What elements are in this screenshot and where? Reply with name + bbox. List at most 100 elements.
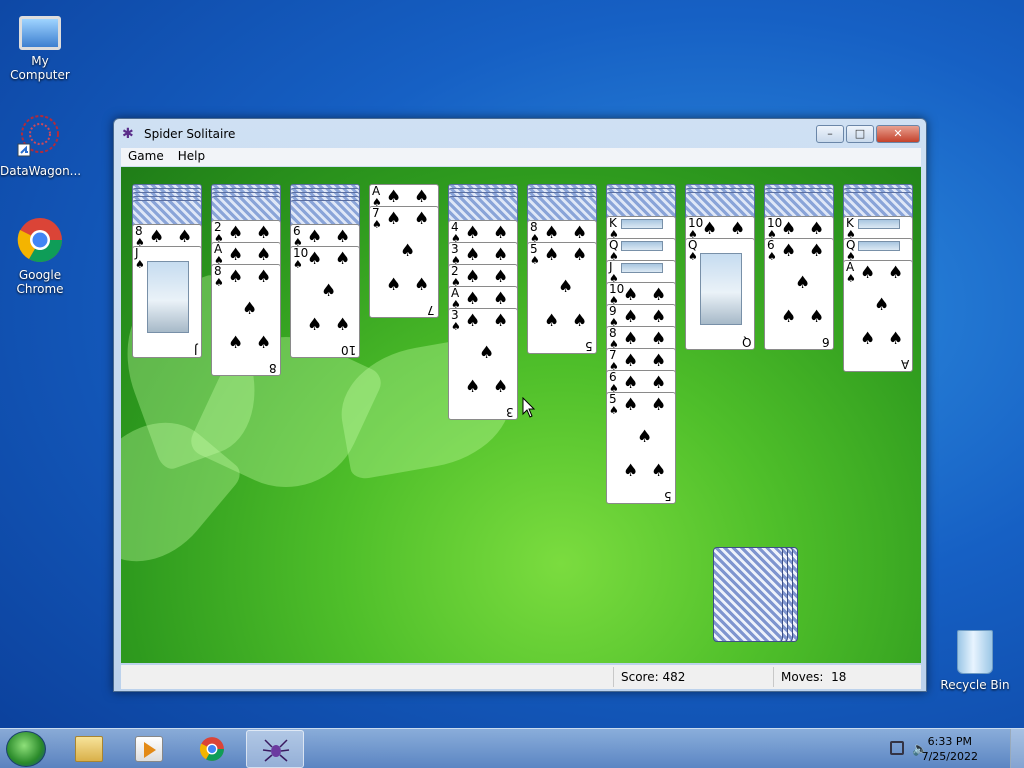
spade-icon: ♠: [651, 373, 667, 393]
spade-icon: ♠: [544, 223, 560, 243]
card-rank-bottom: A: [900, 357, 909, 371]
taskbar-media-player[interactable]: [120, 730, 178, 768]
start-button[interactable]: [6, 731, 46, 767]
desktop-icon-recycle-bin[interactable]: Recycle Bin: [935, 630, 1015, 692]
playing-card[interactable]: 5 ♠ ♠ ♠ ♠ ♠ ♠ 5: [606, 392, 676, 504]
menu-game[interactable]: Game: [121, 148, 171, 166]
maximize-button[interactable]: □: [846, 125, 874, 143]
datawagon-icon: [16, 112, 64, 160]
desktop-icon-my-computer[interactable]: My Computer: [0, 10, 80, 82]
spade-icon: ♠: [307, 227, 323, 247]
spade-icon: ♠: [372, 218, 382, 231]
spade-icon: ♠: [544, 311, 560, 331]
spade-icon: ♠: [781, 241, 797, 261]
playing-card[interactable]: Q ♠ Q: [685, 238, 755, 350]
spade-icon: ♠: [688, 250, 698, 263]
spade-icon: ♠: [228, 223, 244, 243]
spade-icon: ♠: [149, 227, 165, 247]
clock-date: 7/25/2022: [921, 750, 978, 763]
spade-icon: ♠: [228, 245, 244, 265]
spade-icon: ♠: [809, 307, 825, 327]
spade-icon: ♠: [256, 245, 272, 265]
taskbar-spider-solitaire[interactable]: [246, 730, 304, 768]
playing-card[interactable]: 3 ♠ ♠ ♠ ♠ ♠ ♠ 3: [448, 308, 518, 420]
spade-icon: ♠: [386, 187, 402, 207]
spade-icon: ♠: [465, 245, 481, 265]
spade-icon: ♠: [493, 289, 509, 309]
close-button[interactable]: ✕: [876, 125, 920, 143]
spade-icon: ♠: [623, 461, 639, 481]
spade-icon: ♠: [214, 276, 224, 289]
spade-icon: ♠: [465, 377, 481, 397]
spade-icon: ♠: [860, 263, 876, 283]
moves-label: Moves:: [781, 670, 824, 684]
show-desktop-button[interactable]: [1010, 729, 1024, 768]
playing-card[interactable]: A ♠ ♠ ♠ ♠ ♠ ♠ A: [843, 260, 913, 372]
spade-icon: ♠: [414, 187, 430, 207]
spade-icon: ♠: [651, 351, 667, 371]
title-bar[interactable]: ✱ Spider Solitaire: [114, 119, 926, 149]
face-card-art: [621, 241, 663, 251]
folder-icon: [75, 736, 103, 762]
spade-icon: ♠: [609, 404, 619, 417]
chrome-icon: [16, 216, 64, 264]
network-icon[interactable]: [890, 741, 904, 755]
stock-card-back[interactable]: [713, 547, 783, 642]
spade-icon: ♠: [809, 219, 825, 239]
status-separator: [773, 667, 774, 687]
spade-icon: ♠: [321, 281, 337, 301]
minimize-button[interactable]: –: [816, 125, 844, 143]
spade-icon: ♠: [572, 311, 588, 331]
spade-icon: ♠: [465, 223, 481, 243]
spade-icon: ♠: [386, 209, 402, 229]
playing-card[interactable]: 10 ♠ ♠ ♠ ♠ ♠ ♠ 10: [290, 246, 360, 358]
spade-icon: ♠: [400, 241, 416, 261]
playing-card[interactable]: 8 ♠ ♠ ♠ ♠ ♠ ♠ 8: [211, 264, 281, 376]
computer-icon: [19, 16, 61, 50]
spade-icon: ♠: [256, 223, 272, 243]
score-label: Score:: [621, 670, 659, 684]
spade-icon: ♠: [888, 263, 904, 283]
clock[interactable]: 6:33 PM 7/25/2022: [922, 734, 978, 764]
status-bar: Score: 482 Moves: 18: [121, 665, 921, 689]
desktop-icon-datawagon[interactable]: DataWagon...: [0, 112, 81, 178]
playing-card[interactable]: J ♠ J: [132, 246, 202, 358]
spade-icon: ♠: [307, 249, 323, 269]
spade-icon: ♠: [544, 245, 560, 265]
spade-icon: ♠: [307, 315, 323, 335]
spider-icon: [262, 739, 290, 762]
card-rank-bottom: 5: [664, 489, 672, 503]
menu-help[interactable]: Help: [171, 148, 212, 166]
system-tray: 🔈 6:33 PM 7/25/2022: [874, 729, 1024, 768]
spade-icon: ♠: [414, 275, 430, 295]
desktop-icon-google-chrome[interactable]: Google Chrome: [0, 216, 80, 296]
spade-icon: ♠: [386, 275, 402, 295]
spade-icon: ♠: [572, 245, 588, 265]
spade-icon: ♠: [242, 299, 258, 319]
spade-icon: ♠: [479, 343, 495, 363]
spade-icon: ♠: [623, 285, 639, 305]
spade-icon: ♠: [860, 329, 876, 349]
playing-card[interactable]: 7 ♠ ♠ ♠ ♠ ♠ ♠ 7: [369, 206, 439, 318]
playing-card[interactable]: 6 ♠ ♠ ♠ ♠ ♠ ♠ 6: [764, 238, 834, 350]
taskbar: 🔈 6:33 PM 7/25/2022: [0, 728, 1024, 768]
spade-icon: ♠: [572, 223, 588, 243]
card-rank-bottom: 5: [585, 339, 593, 353]
playing-card[interactable]: 5 ♠ ♠ ♠ ♠ ♠ ♠ 5: [527, 242, 597, 354]
spade-icon: ♠: [530, 254, 540, 267]
moves-value: 18: [831, 670, 847, 684]
card-rank-bottom: 7: [427, 303, 435, 317]
score-display: Score: 482: [621, 670, 685, 684]
moves-display: Moves: 18: [781, 670, 846, 684]
taskbar-chrome[interactable]: [183, 730, 241, 768]
spade-icon: ♠: [623, 373, 639, 393]
spade-icon: ♠: [651, 395, 667, 415]
spade-icon: ♠: [177, 227, 193, 247]
spade-icon: ♠: [558, 277, 574, 297]
card-rank-bottom: 3: [506, 405, 514, 419]
taskbar-explorer[interactable]: [60, 730, 118, 768]
spade-icon: ♠: [809, 241, 825, 261]
spade-icon: ♠: [465, 311, 481, 331]
spade-icon: ♠: [651, 307, 667, 327]
spade-icon: ♠: [228, 333, 244, 353]
